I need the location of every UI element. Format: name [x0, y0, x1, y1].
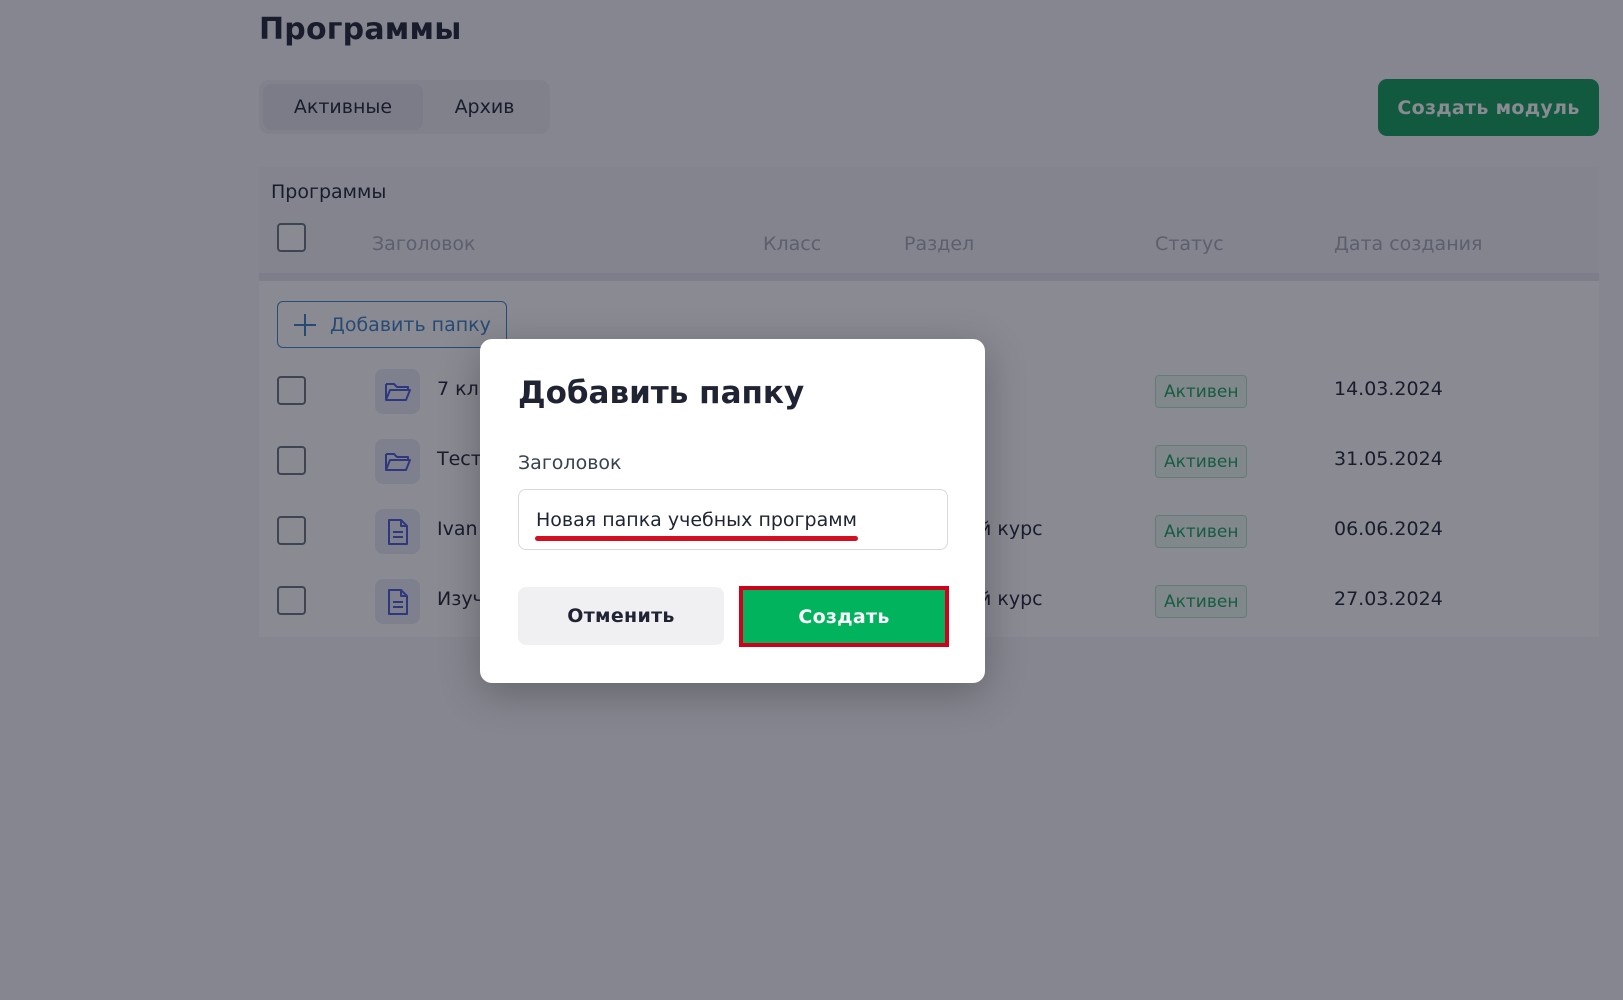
create-button[interactable]: Создать [739, 586, 949, 647]
dialog-title: Добавить папку [518, 375, 805, 411]
title-field-label: Заголовок [518, 452, 622, 474]
cancel-button[interactable]: Отменить [518, 587, 724, 645]
highlight-underline [535, 536, 858, 541]
add-folder-dialog: Добавить папку Заголовок Отменить Создат… [480, 339, 985, 683]
